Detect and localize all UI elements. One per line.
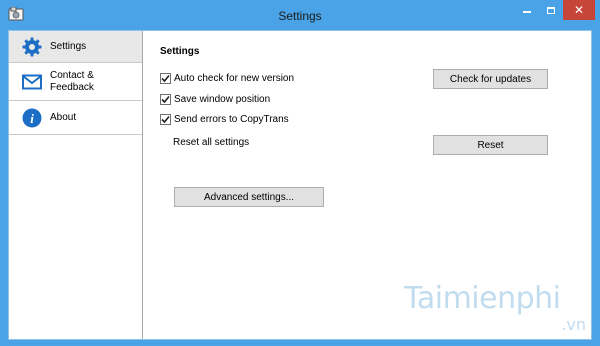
checkmark-icon[interactable] bbox=[160, 113, 171, 125]
settings-window: Settings ✕ Settings Contact & Feedback i… bbox=[0, 0, 600, 346]
svg-text:i: i bbox=[30, 111, 34, 126]
sidebar: Settings Contact & Feedback i About bbox=[9, 31, 143, 339]
sidebar-item-label: About bbox=[50, 111, 77, 123]
gear-icon bbox=[22, 37, 42, 57]
sidebar-item-about[interactable]: i About bbox=[9, 101, 142, 135]
panel-title: Settings bbox=[160, 46, 200, 57]
save-position-checkbox[interactable]: Save window position bbox=[160, 92, 270, 106]
sidebar-item-settings[interactable]: Settings bbox=[9, 31, 142, 63]
save-position-label: Save window position bbox=[174, 93, 271, 105]
minimize-icon bbox=[523, 11, 531, 13]
minimize-button[interactable] bbox=[515, 0, 539, 20]
send-errors-checkbox[interactable]: Send errors to CopyTrans bbox=[160, 112, 289, 126]
close-button[interactable]: ✕ bbox=[563, 0, 595, 20]
watermark-domain: .vn bbox=[561, 315, 586, 334]
watermark: Taimienphi .vn bbox=[404, 281, 594, 341]
title-bar[interactable]: Settings ✕ bbox=[0, 0, 600, 30]
send-errors-label: Send errors to CopyTrans bbox=[174, 113, 289, 125]
checkmark-icon[interactable] bbox=[160, 93, 171, 105]
checkmark-icon[interactable] bbox=[160, 72, 171, 84]
envelope-icon bbox=[22, 72, 42, 92]
auto-check-label: Auto check for new version bbox=[174, 72, 295, 84]
window-title: Settings bbox=[278, 9, 322, 23]
advanced-settings-button[interactable]: Advanced settings... bbox=[174, 187, 324, 207]
sidebar-item-label: Settings bbox=[50, 40, 87, 52]
sidebar-item-label: Contact & Feedback bbox=[50, 69, 94, 93]
auto-check-checkbox[interactable]: Auto check for new version bbox=[160, 71, 294, 85]
check-for-updates-button[interactable]: Check for updates bbox=[433, 69, 548, 89]
info-icon: i bbox=[22, 108, 42, 128]
client-area: Settings Contact & Feedback i About Sett… bbox=[8, 30, 592, 340]
watermark-text: Taimienphi bbox=[404, 281, 561, 316]
reset-button[interactable]: Reset bbox=[433, 135, 548, 155]
maximize-icon bbox=[547, 6, 555, 14]
maximize-button[interactable] bbox=[539, 0, 563, 20]
close-icon: ✕ bbox=[573, 3, 585, 17]
sidebar-item-contact-feedback[interactable]: Contact & Feedback bbox=[9, 63, 142, 101]
reset-all-label: Reset all settings bbox=[173, 137, 250, 148]
